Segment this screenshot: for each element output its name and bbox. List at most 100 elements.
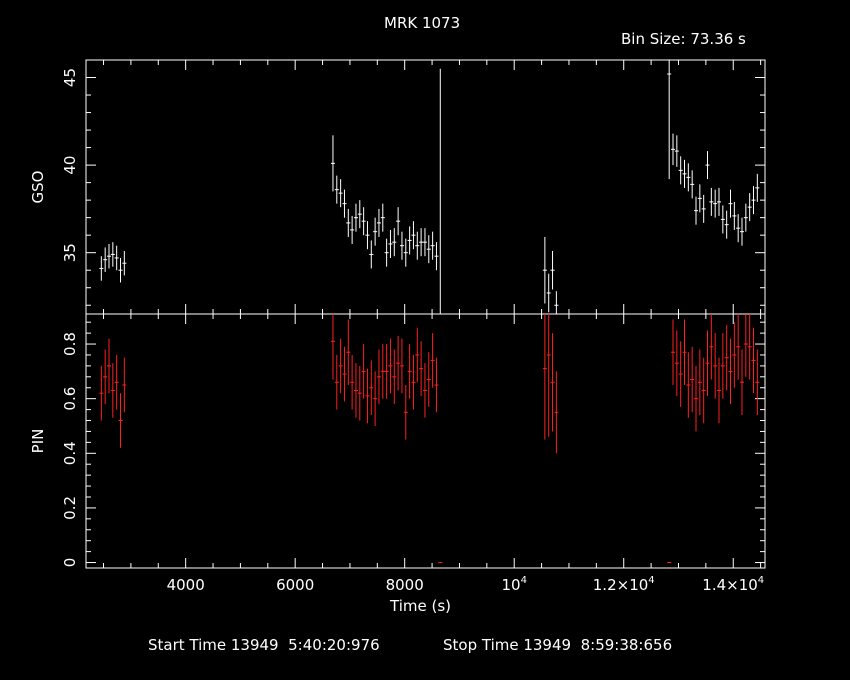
data-point-gso	[422, 228, 427, 257]
data-point-gso	[338, 179, 343, 208]
data-point-gso	[334, 175, 339, 204]
data-point-gso	[736, 214, 741, 243]
data-point-pin	[434, 357, 439, 413]
data-point-pin	[411, 354, 416, 410]
data-point-gso	[353, 203, 358, 232]
data-point-pin	[751, 327, 756, 394]
data-point-pin	[103, 349, 108, 405]
data-point-gso	[357, 200, 362, 229]
start-time-label: Start Time 13949 5:40:20:976	[148, 636, 380, 654]
data-point-pin	[736, 314, 741, 380]
data-point-pin	[110, 363, 115, 418]
data-point-gso	[732, 201, 737, 230]
data-point-gso	[686, 163, 691, 192]
data-point-pin	[678, 341, 683, 407]
data-point-pin	[720, 333, 725, 399]
data-point-gso	[434, 242, 439, 271]
data-point-pin	[728, 338, 733, 405]
x-axis-label: Time (s)	[390, 597, 451, 615]
data-point-pin	[419, 341, 424, 396]
data-point-pin	[690, 346, 695, 413]
data-point-gso	[346, 208, 351, 237]
data-point-pin	[399, 338, 404, 394]
data-point-pin	[106, 338, 112, 394]
data-point-pin	[388, 338, 393, 394]
data-point-gso	[373, 217, 378, 246]
data-point-pin	[682, 319, 687, 386]
data-point-pin	[334, 354, 339, 410]
data-point-gso	[713, 189, 718, 218]
x-tick-label: 1.4×104	[702, 575, 764, 594]
data-point-pin	[743, 314, 748, 377]
data-point-gso	[392, 228, 397, 257]
data-point-pin	[732, 322, 737, 388]
data-point-gso	[110, 242, 115, 267]
data-point-gso	[415, 231, 420, 260]
data-group-gso	[99, 60, 760, 314]
x-tick-label: 6000	[276, 576, 314, 594]
data-point-gso	[330, 135, 335, 192]
data-point-gso	[99, 256, 104, 281]
data-point-gso	[388, 229, 393, 258]
data-point-gso	[693, 196, 699, 225]
data-point-pin	[365, 368, 370, 424]
data-point-pin	[426, 352, 431, 407]
y-tick-label: 0.4	[61, 441, 79, 465]
data-point-gso	[678, 156, 683, 185]
data-point-pin	[346, 319, 351, 386]
stop-time-label: Stop Time 13949 8:59:38:656	[443, 636, 673, 654]
y-axis-label-gso: GSO	[29, 171, 47, 204]
data-point-pin	[713, 333, 718, 399]
data-point-gso	[114, 245, 119, 271]
x-tick-label: 4000	[167, 576, 205, 594]
data-point-pin	[353, 363, 358, 418]
data-point-pin	[338, 338, 343, 394]
data-point-gso	[728, 189, 733, 218]
data-point-gso	[546, 273, 551, 313]
data-point-gso	[724, 210, 729, 239]
data-point-gso	[690, 170, 695, 199]
data-point-gso	[751, 186, 756, 215]
data-point-pin	[114, 354, 119, 410]
data-point-gso	[697, 184, 702, 213]
panel-frame-gso	[85, 59, 766, 315]
data-point-gso	[350, 215, 355, 244]
data-point-pin	[392, 349, 397, 405]
data-group-pin	[99, 314, 760, 564]
data-point-gso	[103, 247, 108, 272]
data-point-pin	[118, 393, 123, 448]
data-point-pin	[701, 357, 706, 424]
data-point-gso	[411, 221, 416, 250]
data-point-gso	[384, 238, 389, 267]
data-point-pin	[122, 357, 127, 413]
data-point-gso	[430, 231, 435, 260]
data-point-pin	[396, 335, 401, 391]
data-point-gso	[720, 205, 725, 234]
data-point-pin	[369, 360, 374, 416]
data-point-gso	[542, 236, 547, 304]
data-point-gso	[407, 226, 412, 255]
data-point-pin	[686, 352, 691, 418]
light-curve-chart: 35 40 45 GSO 0 0.2 0.4 0.6 0.8 PIN 4000 6000 8000 104…	[29, 59, 766, 594]
data-point-pin	[716, 357, 722, 424]
data-point-pin	[554, 371, 559, 454]
data-point-pin	[350, 354, 355, 410]
y-tick-label: 0.2	[61, 496, 79, 520]
data-point-pin	[407, 344, 412, 399]
data-point-gso	[396, 207, 401, 236]
data-point-pin	[739, 349, 745, 416]
data-point-pin	[361, 344, 366, 399]
data-point-pin	[99, 365, 104, 421]
data-point-pin	[670, 319, 676, 386]
data-point-gso	[426, 235, 431, 264]
data-point-pin	[376, 349, 381, 405]
y-axis-label-pin: PIN	[29, 429, 47, 454]
data-point-gso	[667, 60, 672, 180]
data-point-pin	[747, 314, 752, 380]
y-tick-label: 45	[61, 68, 79, 87]
data-point-pin	[542, 314, 547, 440]
data-point-gso	[674, 135, 679, 167]
data-point-gso	[361, 207, 366, 236]
data-point-gso	[747, 193, 752, 222]
data-point-pin	[403, 385, 408, 440]
